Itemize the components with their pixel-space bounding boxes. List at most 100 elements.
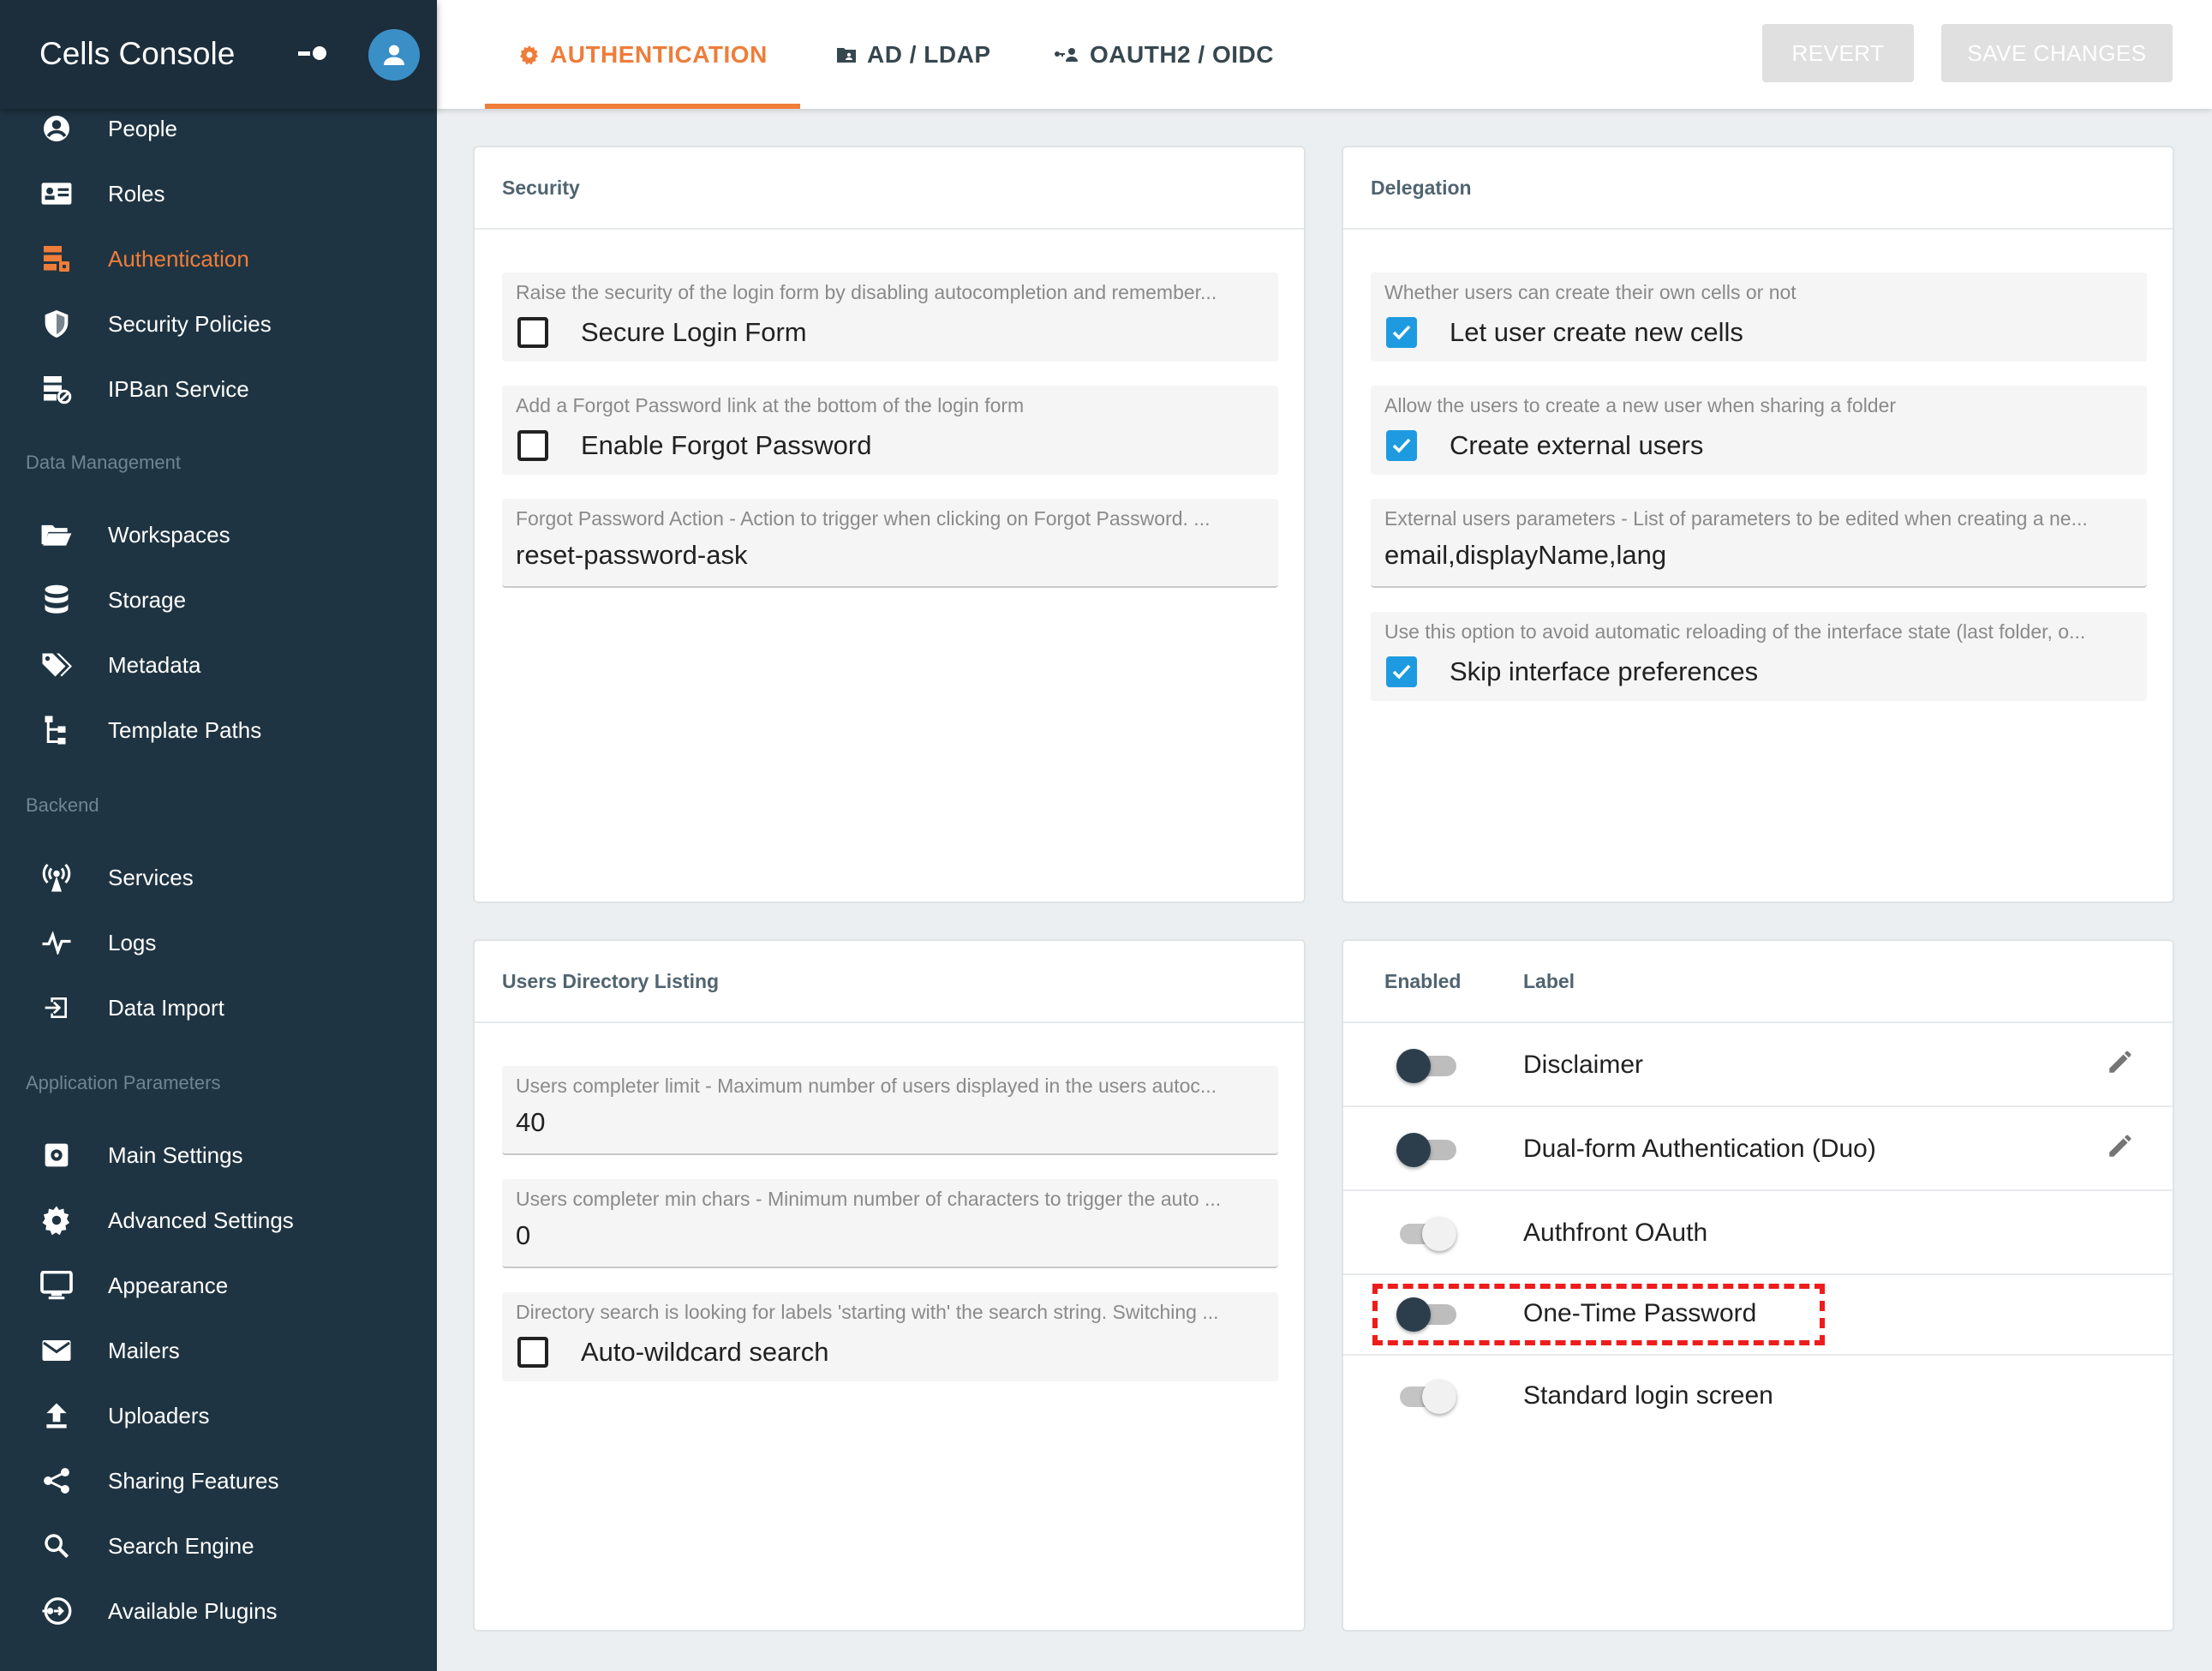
tab-ad-ldap[interactable]: AD / LDAP — [836, 0, 991, 109]
sidebar-item-workspaces[interactable]: Workspaces — [0, 502, 437, 567]
sidebar-item-search-engine[interactable]: Search Engine — [0, 1513, 437, 1578]
tags-icon — [39, 648, 74, 682]
checkbox-label: Secure Login Form — [581, 317, 807, 347]
checkbox-label: Skip interface preferences — [1450, 656, 1759, 686]
checkbox-label: Let user create new cells — [1450, 317, 1743, 347]
sidebar-item-uploaders[interactable]: Uploaders — [0, 1383, 437, 1448]
completer-limit-input[interactable]: Users completer limit - Maximum number o… — [502, 1066, 1278, 1155]
row-label: Standard login screen — [1523, 1381, 1773, 1410]
row-label: Authfront OAuth — [1523, 1219, 1708, 1247]
sidebar-item-logs[interactable]: Logs — [0, 910, 437, 975]
shield-icon — [39, 307, 74, 341]
field-description: External users parameters - List of para… — [1384, 507, 2088, 530]
table-header: Enabled Label — [1343, 941, 2173, 1023]
external-params-input[interactable]: External users parameters - List of para… — [1371, 499, 2147, 588]
sidebar-item-label: Sharing Features — [108, 1467, 279, 1494]
one-time-password-toggle[interactable] — [1396, 1297, 1456, 1332]
user-avatar[interactable] — [368, 29, 420, 81]
security-card: Security Raise the security of the login… — [473, 146, 1306, 903]
completer-min-chars-input[interactable]: Users completer min chars - Minimum numb… — [502, 1179, 1278, 1268]
input-value[interactable]: email,displayName,lang — [1384, 540, 1666, 571]
create-cells-checkbox[interactable] — [1386, 317, 1417, 348]
sidebar-item-roles[interactable]: Roles — [0, 161, 437, 226]
sidebar-item-mailers[interactable]: Mailers — [0, 1318, 437, 1383]
tab-authentication[interactable]: AUTHENTICATION — [519, 0, 768, 109]
pencil-icon[interactable] — [2106, 1047, 2137, 1078]
skip-preferences-checkbox[interactable] — [1386, 656, 1417, 687]
sidebar-item-services[interactable]: Services — [0, 845, 437, 910]
account-circle-icon — [39, 111, 74, 146]
input-value[interactable]: 40 — [516, 1107, 545, 1138]
tab-oauth2-oidc[interactable]: OAUTH2 / OIDC — [1054, 0, 1274, 109]
create-cells-field[interactable]: Whether users can create their own cells… — [1371, 273, 2147, 362]
sidebar-item-label: Storage — [108, 586, 187, 613]
folder-account-icon — [836, 45, 857, 64]
sidebar-item-storage[interactable]: Storage — [0, 567, 437, 632]
field-description: Directory search is looking for labels '… — [516, 1301, 1219, 1323]
duo-toggle[interactable] — [1396, 1133, 1456, 1167]
forgot-password-field[interactable]: Add a Forgot Password link at the bottom… — [502, 386, 1278, 475]
card-title: Delegation — [1371, 177, 1472, 199]
input-value[interactable]: 0 — [516, 1220, 530, 1251]
field-description: Allow the users to create a new user whe… — [1384, 394, 1897, 416]
column-enabled: Enabled — [1384, 970, 1462, 992]
field-description: Raise the security of the login form by … — [516, 281, 1217, 303]
forgot-password-action-input[interactable]: Forgot Password Action - Action to trigg… — [502, 499, 1278, 588]
authfront-oauth-toggle[interactable] — [1396, 1217, 1456, 1251]
forgot-password-checkbox[interactable] — [517, 430, 548, 461]
sidebar-item-label: Template Paths — [108, 716, 262, 743]
sidebar-item-label: Search Engine — [108, 1532, 254, 1559]
input-value[interactable]: reset-password-ask — [516, 540, 747, 571]
server-security-icon — [39, 242, 74, 276]
card-header: Users Directory Listing — [475, 941, 1304, 1023]
revert-button[interactable]: REVERT — [1762, 24, 1914, 82]
users-directory-card: Users Directory Listing Users completer … — [473, 939, 1306, 1632]
sidebar-item-label: Mailers — [108, 1337, 180, 1363]
check-icon — [1392, 664, 1411, 680]
person-icon — [384, 45, 404, 65]
sidebar-item-appearance[interactable]: Appearance — [0, 1253, 437, 1318]
sidebar-item-data-import[interactable]: Data Import — [0, 975, 437, 1040]
save-changes-button[interactable]: SAVE CHANGES — [1941, 24, 2173, 82]
sidebar-item-label: People — [108, 115, 177, 141]
plugin-icon — [39, 1594, 74, 1628]
sidebar-item-label: Security Policies — [108, 310, 272, 337]
database-icon — [39, 583, 74, 617]
secure-login-checkbox[interactable] — [517, 317, 548, 348]
sidebar-item-authentication[interactable]: Authentication — [0, 226, 437, 291]
sidebar-item-label: IPBan Service — [108, 375, 249, 402]
sidebar-item-template-paths[interactable]: Template Paths — [0, 698, 437, 763]
row-label: Disclaimer — [1523, 1051, 1644, 1079]
sidebar-item-metadata[interactable]: Metadata — [0, 632, 437, 698]
card-header: Security — [475, 147, 1304, 230]
sidebar-item-security-policies[interactable]: Security Policies — [0, 291, 437, 356]
sidebar-toggle-icon[interactable] — [298, 43, 329, 63]
pencil-icon[interactable] — [2106, 1131, 2137, 1162]
gear-icon — [519, 45, 540, 65]
sidebar-header: Cells Console — [0, 0, 437, 109]
sidebar-item-available-plugins[interactable]: Available Plugins — [0, 1578, 437, 1644]
table-row: Disclaimer — [1343, 1023, 2173, 1107]
import-icon — [39, 991, 74, 1025]
sidebar-item-ipban-service[interactable]: IPBan Service — [0, 356, 437, 422]
sidebar-item-main-settings[interactable]: Main Settings — [0, 1123, 437, 1188]
section-backend: Backend — [26, 794, 99, 816]
auto-wildcard-checkbox[interactable] — [517, 1337, 548, 1368]
sidebar-item-label: Metadata — [108, 651, 201, 678]
skip-preferences-field[interactable]: Use this option to avoid automatic reloa… — [1371, 612, 2147, 701]
sidebar-item-label: Workspaces — [108, 521, 230, 548]
disclaimer-toggle[interactable] — [1396, 1049, 1456, 1083]
sidebar-item-advanced-settings[interactable]: Advanced Settings — [0, 1188, 437, 1253]
card-header: Delegation — [1343, 147, 2173, 230]
auto-wildcard-field[interactable]: Directory search is looking for labels '… — [502, 1292, 1278, 1381]
sidebar-item-label: Appearance — [108, 1272, 229, 1298]
field-description: Add a Forgot Password link at the bottom… — [516, 394, 1025, 416]
secure-login-field[interactable]: Raise the security of the login form by … — [502, 273, 1278, 362]
auth-plugins-card: Enabled Label Disclaimer Dual-form Authe… — [1342, 939, 2174, 1632]
share-icon — [39, 1464, 74, 1498]
sidebar-item-sharing-features[interactable]: Sharing Features — [0, 1448, 437, 1513]
external-users-checkbox[interactable] — [1386, 430, 1417, 461]
external-users-field[interactable]: Allow the users to create a new user whe… — [1371, 386, 2147, 475]
standard-login-toggle[interactable] — [1396, 1380, 1456, 1414]
table-row: Standard login screen — [1343, 1356, 2173, 1440]
